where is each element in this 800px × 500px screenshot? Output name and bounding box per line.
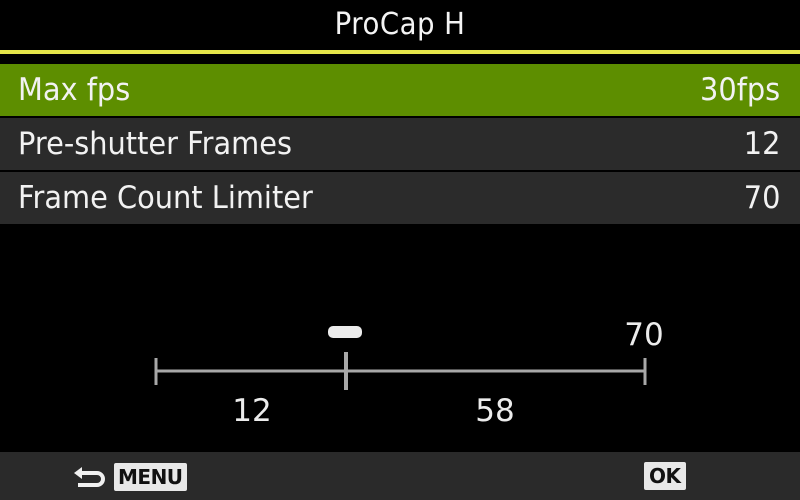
menu-key-label: MENU xyxy=(114,463,187,491)
setting-frame-count-limiter[interactable]: Frame Count Limiter 70 xyxy=(0,172,800,224)
setting-value: 70 xyxy=(743,180,780,216)
back-menu-button[interactable]: MENU xyxy=(72,462,187,492)
setting-label: Pre-shutter Frames xyxy=(18,126,293,162)
setting-max-fps[interactable]: Max fps 30fps xyxy=(0,64,800,116)
post-shutter-count-label: 58 xyxy=(475,393,514,429)
screen-header: ProCap H xyxy=(0,0,800,48)
setting-label: Max fps xyxy=(18,72,131,108)
setting-pre-shutter-frames[interactable]: Pre-shutter Frames 12 xyxy=(0,118,800,170)
setting-label: Frame Count Limiter xyxy=(18,180,313,216)
total-frames-label: 70 xyxy=(624,317,663,353)
shutter-marker-icon xyxy=(328,326,362,338)
setting-value: 30fps xyxy=(699,72,780,108)
setting-value: 12 xyxy=(743,126,780,162)
pre-shutter-count-label: 12 xyxy=(232,393,271,429)
header-divider xyxy=(0,50,800,54)
button-guide-bar: MENU OK xyxy=(0,452,800,500)
return-arrow-icon xyxy=(74,467,105,487)
ok-button[interactable]: OK xyxy=(644,462,686,490)
screen-title: ProCap H xyxy=(334,6,466,42)
settings-list: Max fps 30fps Pre-shutter Frames 12 Fram… xyxy=(0,64,800,226)
